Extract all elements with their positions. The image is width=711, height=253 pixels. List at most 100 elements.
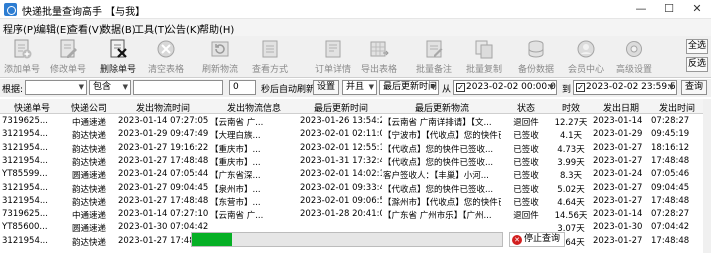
table-row[interactable]: YT85599... 圆通速递 2023-01-24 07:05:44 【广东省深..… [0, 168, 711, 181]
chevron-down-icon: ▼ [78, 83, 84, 91]
column-header[interactable]: 发出时间 [651, 101, 703, 114]
refresh-logistics-button[interactable]: 刷新物流 [200, 36, 240, 76]
table-cell: 【代收点】您的快件已签收... [383, 144, 494, 155]
advanced-settings-button[interactable]: 高级设置 [614, 36, 654, 76]
column-header[interactable]: 发出日期 [593, 101, 649, 114]
table-cell: 2023-01-27 [593, 155, 643, 166]
table-cell: 2023-01-27 [593, 235, 643, 246]
stop-query-button[interactable]: ✕ 停止查询 [509, 232, 566, 247]
invert-selection-button[interactable]: 反选 [686, 57, 708, 72]
select-all-button[interactable]: 全选 [686, 39, 708, 54]
table-cell: YT85600... [2, 222, 48, 233]
clear-table-label: 清空表格 [147, 65, 184, 75]
minimize-button[interactable]: — [627, 0, 655, 19]
table-cell: 2023-02-01 02:11:05 [300, 129, 382, 140]
table-cell: 09:45:19 [651, 129, 690, 140]
filter-keyword-input[interactable] [133, 80, 223, 95]
column-header[interactable]: 发出物流信息 [210, 101, 298, 114]
title-bar: 快递批量查询高手 【与我】 — ☐ ✕ [0, 0, 711, 19]
table-cell: 【东营市】... [210, 197, 261, 208]
from-datetime-value: 2023-02-02 00:00:00 [466, 82, 557, 92]
table-row[interactable]: 7319625... 中通速递 2023-01-14 07:27:05 【云南省 广.… [0, 115, 711, 128]
column-header[interactable]: 快递单号 [2, 101, 62, 114]
table-row[interactable]: 3121954... 韵达快递 2023-01-27 19:16:22 【重庆市】..… [0, 142, 711, 155]
refresh-logistics-label: 刷新物流 [201, 65, 238, 75]
member-center-label: 会员中心 [567, 65, 604, 75]
auto-refresh-seconds-input[interactable]: 0 [229, 80, 256, 95]
table-cell: 17:48:48 [651, 155, 690, 166]
table-cell: 韵达快递 [71, 144, 106, 155]
menu-program[interactable]: 程序(P) [3, 21, 37, 36]
edit-tracking-button[interactable]: 修改单号 [48, 36, 88, 76]
to-datetime-value: 2023-02-02 23:59:59 [586, 82, 677, 92]
filter-operator-select[interactable]: 包含 ▼ [89, 80, 131, 95]
add-tracking-button[interactable]: 添加单号 [2, 36, 42, 76]
batch-note-button[interactable]: 批量备注 [414, 36, 454, 76]
filter-field-select[interactable]: ▼ [25, 80, 87, 95]
to-checkbox[interactable]: ✓ [576, 83, 585, 92]
table-row[interactable]: 3121954... 韵达快递 2023-01-27 09:04:45 【泉州市】..… [0, 182, 711, 195]
table-row[interactable]: 3121954... 韵达快递 2023-01-29 09:47:49 【大理白族..… [0, 128, 711, 141]
delete-tracking-button[interactable]: 删除单号 [98, 36, 138, 76]
member-center-icon [577, 40, 595, 58]
batch-copy-label: 批量复制 [465, 65, 502, 75]
logic-select[interactable]: 并且 ▼ [342, 80, 377, 95]
vertical-scrollbar[interactable] [703, 99, 711, 253]
table-row[interactable]: 7319625... 中通速递 2023-01-14 07:27:10 【云南省 广.… [0, 208, 711, 221]
table-cell: 【泉州市】... [210, 184, 261, 195]
table-cell: 2023-01-14 07:27:05 [118, 116, 208, 126]
table-cell: 已签收 [513, 157, 539, 168]
menu-view[interactable]: 查看(V) [68, 21, 103, 36]
column-header[interactable]: 最后更新物流 [383, 101, 501, 114]
column-header[interactable]: 时效 [551, 101, 591, 114]
column-header[interactable]: 发出物流时间 [118, 101, 208, 114]
menu-tools[interactable]: 工具(T) [134, 21, 168, 36]
from-datetime-input[interactable]: ✓ 2023-02-02 00:00:00 ▼ [453, 80, 557, 95]
backup-data-button[interactable]: 备份数据 [516, 36, 556, 76]
column-header[interactable]: 状态 [503, 101, 549, 114]
table-cell: 【广东省 广州市乐】【广州... [383, 211, 492, 222]
view-mode-button[interactable]: 查看方式 [250, 36, 290, 76]
table-cell: 2023-02-01 09:33:49 [300, 182, 382, 193]
table-cell: 【滁州市】【代收点】您的快件已签收... [383, 197, 501, 208]
close-button[interactable]: ✕ [683, 0, 711, 19]
table-cell: 07:05:46 [651, 169, 690, 180]
table-cell: 3121954... [2, 195, 48, 206]
table-cell: 已签收 [513, 171, 539, 182]
time-field-select[interactable]: 最后更新时间 ▼ [379, 80, 439, 95]
menu-data[interactable]: 数据(B) [101, 21, 136, 36]
menu-edit[interactable]: 编辑(E) [36, 21, 70, 36]
to-datetime-input[interactable]: ✓ 2023-02-02 23:59:59 ▼ [573, 80, 677, 95]
table-cell: 客户签收人：【丰巢】小河... [383, 171, 489, 182]
chevron-down-icon: ▼ [548, 83, 554, 91]
maximize-button[interactable]: ☐ [655, 0, 683, 19]
batch-copy-button[interactable]: 批量复制 [464, 36, 504, 76]
auto-refresh-label: 秒后自动刷新 [261, 85, 316, 95]
order-detail-button[interactable]: 订单详情 [313, 36, 353, 76]
table-cell: 2023-02-01 14:02:10 [300, 169, 382, 180]
column-header[interactable]: 最后更新时间 [300, 101, 382, 114]
export-table-button[interactable]: 导出表格 [359, 36, 399, 76]
member-center-button[interactable]: 会员中心 [566, 36, 606, 76]
table-cell: 4.1天 [559, 131, 583, 142]
refresh-icon [211, 41, 229, 57]
column-header[interactable]: 快递公司 [62, 101, 116, 114]
menu-notice[interactable]: 公告(K) [166, 21, 200, 36]
table-cell: 17:48:48 [651, 195, 690, 206]
settings-button[interactable]: 设置 [313, 80, 340, 95]
table-cell: 2023-01-31 17:32:48 [300, 155, 382, 166]
table-cell: 7319625... [2, 209, 48, 220]
menu-help[interactable]: 帮助(H) [199, 21, 234, 36]
table-row[interactable]: 3121954... 韵达快递 2023-01-27 17:48:48 【重庆市】..… [0, 155, 711, 168]
table-cell: 3.99天 [557, 157, 585, 168]
clear-table-icon [157, 40, 175, 58]
table-cell: 已签收 [513, 144, 539, 155]
table-cell: 已签收 [513, 131, 539, 142]
from-label: 从 [442, 85, 452, 95]
table-cell: 2023-01-27 [593, 182, 643, 193]
from-checkbox[interactable]: ✓ [456, 83, 465, 92]
query-button[interactable]: 查询 [681, 80, 707, 95]
table-cell: 【宁波市】【代收点】您的快件已签收... [383, 131, 501, 142]
clear-table-button[interactable]: 清空表格 [146, 36, 186, 76]
table-row[interactable]: 3121954...韵达快递2023-01-27 17:48:48【东营市】..… [0, 195, 711, 208]
